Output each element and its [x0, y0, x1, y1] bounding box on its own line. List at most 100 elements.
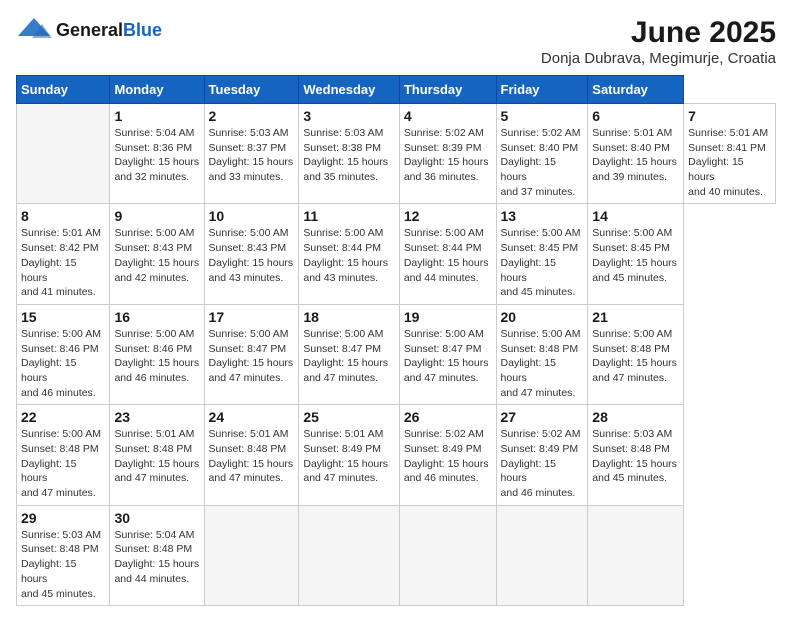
day-cell-2: 2 Sunrise: 5:03 AM Sunset: 8:37 PM Daylig… — [204, 104, 299, 204]
header-cell-friday: Friday — [496, 76, 588, 104]
day-cell-9: 9Sunrise: 5:00 AM Sunset: 8:43 PM Daylig… — [110, 204, 204, 304]
day-number: 11 — [303, 208, 394, 224]
day-number: 22 — [21, 409, 105, 425]
day-number: 27 — [501, 409, 584, 425]
day-detail: Sunrise: 5:00 AM Sunset: 8:47 PM Dayligh… — [404, 327, 492, 386]
day-detail: Sunrise: 5:02 AM Sunset: 8:49 PM Dayligh… — [501, 427, 584, 500]
day-number: 26 — [404, 409, 492, 425]
week-row-3: 22Sunrise: 5:00 AM Sunset: 8:48 PM Dayli… — [17, 405, 776, 505]
day-number: 30 — [114, 510, 199, 526]
header-cell-thursday: Thursday — [399, 76, 496, 104]
header-cell-monday: Monday — [110, 76, 204, 104]
day-detail: Sunrise: 5:00 AM Sunset: 8:47 PM Dayligh… — [303, 327, 394, 386]
day-number: 1 — [114, 108, 199, 124]
day-cell-19: 19 Sunrise: 5:00 AM Sunset: 8:47 PM Dayli… — [399, 304, 496, 404]
calendar-title: June 2025 — [541, 16, 776, 50]
day-cell-25: 25 Sunrise: 5:01 AM Sunset: 8:49 PM Dayli… — [299, 405, 399, 505]
day-cell-8: 8Sunrise: 5:01 AM Sunset: 8:42 PM Daylig… — [17, 204, 110, 304]
day-detail: Sunrise: 5:01 AM Sunset: 8:48 PM Dayligh… — [209, 427, 295, 486]
day-detail: Sunrise: 5:00 AM Sunset: 8:44 PM Dayligh… — [404, 226, 492, 285]
calendar-header: SundayMondayTuesdayWednesdayThursdayFrid… — [17, 76, 776, 104]
day-detail: Sunrise: 5:03 AM Sunset: 8:38 PM Dayligh… — [303, 126, 394, 185]
day-detail: Sunrise: 5:00 AM Sunset: 8:45 PM Dayligh… — [592, 226, 679, 285]
day-number: 2 — [209, 108, 295, 124]
calendar-subtitle: Donja Dubrava, Megimurje, Croatia — [541, 50, 776, 67]
day-cell-empty — [204, 505, 299, 605]
day-number: 4 — [404, 108, 492, 124]
calendar-body: 1 Sunrise: 5:04 AM Sunset: 8:36 PM Daylig… — [17, 104, 776, 606]
day-detail: Sunrise: 5:01 AM Sunset: 8:49 PM Dayligh… — [303, 427, 394, 486]
day-detail: Sunrise: 5:01 AM Sunset: 8:48 PM Dayligh… — [114, 427, 199, 486]
day-number: 23 — [114, 409, 199, 425]
day-number: 29 — [21, 510, 105, 526]
day-detail: Sunrise: 5:03 AM Sunset: 8:48 PM Dayligh… — [21, 528, 105, 601]
day-cell-13: 13 Sunrise: 5:00 AM Sunset: 8:45 PM Dayli… — [496, 204, 588, 304]
day-cell-empty — [588, 505, 684, 605]
day-detail: Sunrise: 5:00 AM Sunset: 8:43 PM Dayligh… — [114, 226, 199, 285]
day-number: 16 — [114, 309, 199, 325]
week-row-2: 15 Sunrise: 5:00 AM Sunset: 8:46 PM Dayli… — [17, 304, 776, 404]
day-cell-17: 17 Sunrise: 5:00 AM Sunset: 8:47 PM Dayli… — [204, 304, 299, 404]
day-number: 24 — [209, 409, 295, 425]
day-cell-28: 28Sunrise: 5:03 AM Sunset: 8:48 PM Dayli… — [588, 405, 684, 505]
day-detail: Sunrise: 5:00 AM Sunset: 8:44 PM Dayligh… — [303, 226, 394, 285]
day-cell-3: 3Sunrise: 5:03 AM Sunset: 8:38 PM Daylig… — [299, 104, 399, 204]
day-number: 14 — [592, 208, 679, 224]
day-number: 21 — [592, 309, 679, 325]
day-cell-23: 23 Sunrise: 5:01 AM Sunset: 8:48 PM Dayli… — [110, 405, 204, 505]
day-cell-24: 24 Sunrise: 5:01 AM Sunset: 8:48 PM Dayli… — [204, 405, 299, 505]
page-header: GeneralBlue June 2025 Donja Dubrava, Meg… — [16, 16, 776, 67]
logo-icon — [16, 16, 52, 44]
day-number: 17 — [209, 309, 295, 325]
day-cell-6: 6 Sunrise: 5:01 AM Sunset: 8:40 PM Daylig… — [588, 104, 684, 204]
day-cell-16: 16 Sunrise: 5:00 AM Sunset: 8:46 PM Dayli… — [110, 304, 204, 404]
day-number: 25 — [303, 409, 394, 425]
day-cell-12: 12Sunrise: 5:00 AM Sunset: 8:44 PM Dayli… — [399, 204, 496, 304]
header-cell-wednesday: Wednesday — [299, 76, 399, 104]
day-number: 7 — [688, 108, 771, 124]
day-detail: Sunrise: 5:02 AM Sunset: 8:40 PM Dayligh… — [501, 126, 584, 199]
day-cell-empty — [299, 505, 399, 605]
header-row: SundayMondayTuesdayWednesdayThursdayFrid… — [17, 76, 776, 104]
day-cell-22: 22Sunrise: 5:00 AM Sunset: 8:48 PM Dayli… — [17, 405, 110, 505]
day-cell-18: 18 Sunrise: 5:00 AM Sunset: 8:47 PM Dayli… — [299, 304, 399, 404]
day-number: 10 — [209, 208, 295, 224]
day-cell-4: 4 Sunrise: 5:02 AM Sunset: 8:39 PM Daylig… — [399, 104, 496, 204]
day-cell-15: 15 Sunrise: 5:00 AM Sunset: 8:46 PM Dayli… — [17, 304, 110, 404]
day-detail: Sunrise: 5:01 AM Sunset: 8:42 PM Dayligh… — [21, 226, 105, 299]
day-detail: Sunrise: 5:00 AM Sunset: 8:45 PM Dayligh… — [501, 226, 584, 299]
day-detail: Sunrise: 5:04 AM Sunset: 8:36 PM Dayligh… — [114, 126, 199, 185]
day-number: 5 — [501, 108, 584, 124]
day-number: 18 — [303, 309, 394, 325]
day-cell-7: 7 Sunrise: 5:01 AM Sunset: 8:41 PM Daylig… — [684, 104, 776, 204]
day-detail: Sunrise: 5:00 AM Sunset: 8:46 PM Dayligh… — [21, 327, 105, 400]
day-cell-10: 10 Sunrise: 5:00 AM Sunset: 8:43 PM Dayli… — [204, 204, 299, 304]
day-cell-30: 30 Sunrise: 5:04 AM Sunset: 8:48 PM Dayli… — [110, 505, 204, 605]
day-detail: Sunrise: 5:00 AM Sunset: 8:43 PM Dayligh… — [209, 226, 295, 285]
day-detail: Sunrise: 5:01 AM Sunset: 8:40 PM Dayligh… — [592, 126, 679, 185]
day-number: 6 — [592, 108, 679, 124]
week-row-0: 1 Sunrise: 5:04 AM Sunset: 8:36 PM Daylig… — [17, 104, 776, 204]
calendar-table: SundayMondayTuesdayWednesdayThursdayFrid… — [16, 75, 776, 606]
day-number: 19 — [404, 309, 492, 325]
logo-general: General — [56, 20, 123, 40]
day-number: 15 — [21, 309, 105, 325]
day-detail: Sunrise: 5:00 AM Sunset: 8:46 PM Dayligh… — [114, 327, 199, 386]
day-detail: Sunrise: 5:02 AM Sunset: 8:49 PM Dayligh… — [404, 427, 492, 486]
day-detail: Sunrise: 5:04 AM Sunset: 8:48 PM Dayligh… — [114, 528, 199, 587]
day-cell-29: 29 Sunrise: 5:03 AM Sunset: 8:48 PM Dayli… — [17, 505, 110, 605]
day-detail: Sunrise: 5:02 AM Sunset: 8:39 PM Dayligh… — [404, 126, 492, 185]
day-detail: Sunrise: 5:00 AM Sunset: 8:47 PM Dayligh… — [209, 327, 295, 386]
day-detail: Sunrise: 5:01 AM Sunset: 8:41 PM Dayligh… — [688, 126, 771, 199]
header-cell-saturday: Saturday — [588, 76, 684, 104]
day-cell-26: 26 Sunrise: 5:02 AM Sunset: 8:49 PM Dayli… — [399, 405, 496, 505]
day-detail: Sunrise: 5:00 AM Sunset: 8:48 PM Dayligh… — [501, 327, 584, 400]
day-detail: Sunrise: 5:03 AM Sunset: 8:37 PM Dayligh… — [209, 126, 295, 185]
day-number: 13 — [501, 208, 584, 224]
day-number: 20 — [501, 309, 584, 325]
day-detail: Sunrise: 5:00 AM Sunset: 8:48 PM Dayligh… — [592, 327, 679, 386]
day-cell-empty — [496, 505, 588, 605]
day-cell-empty — [17, 104, 110, 204]
day-cell-27: 27 Sunrise: 5:02 AM Sunset: 8:49 PM Dayli… — [496, 405, 588, 505]
day-cell-1: 1 Sunrise: 5:04 AM Sunset: 8:36 PM Daylig… — [110, 104, 204, 204]
